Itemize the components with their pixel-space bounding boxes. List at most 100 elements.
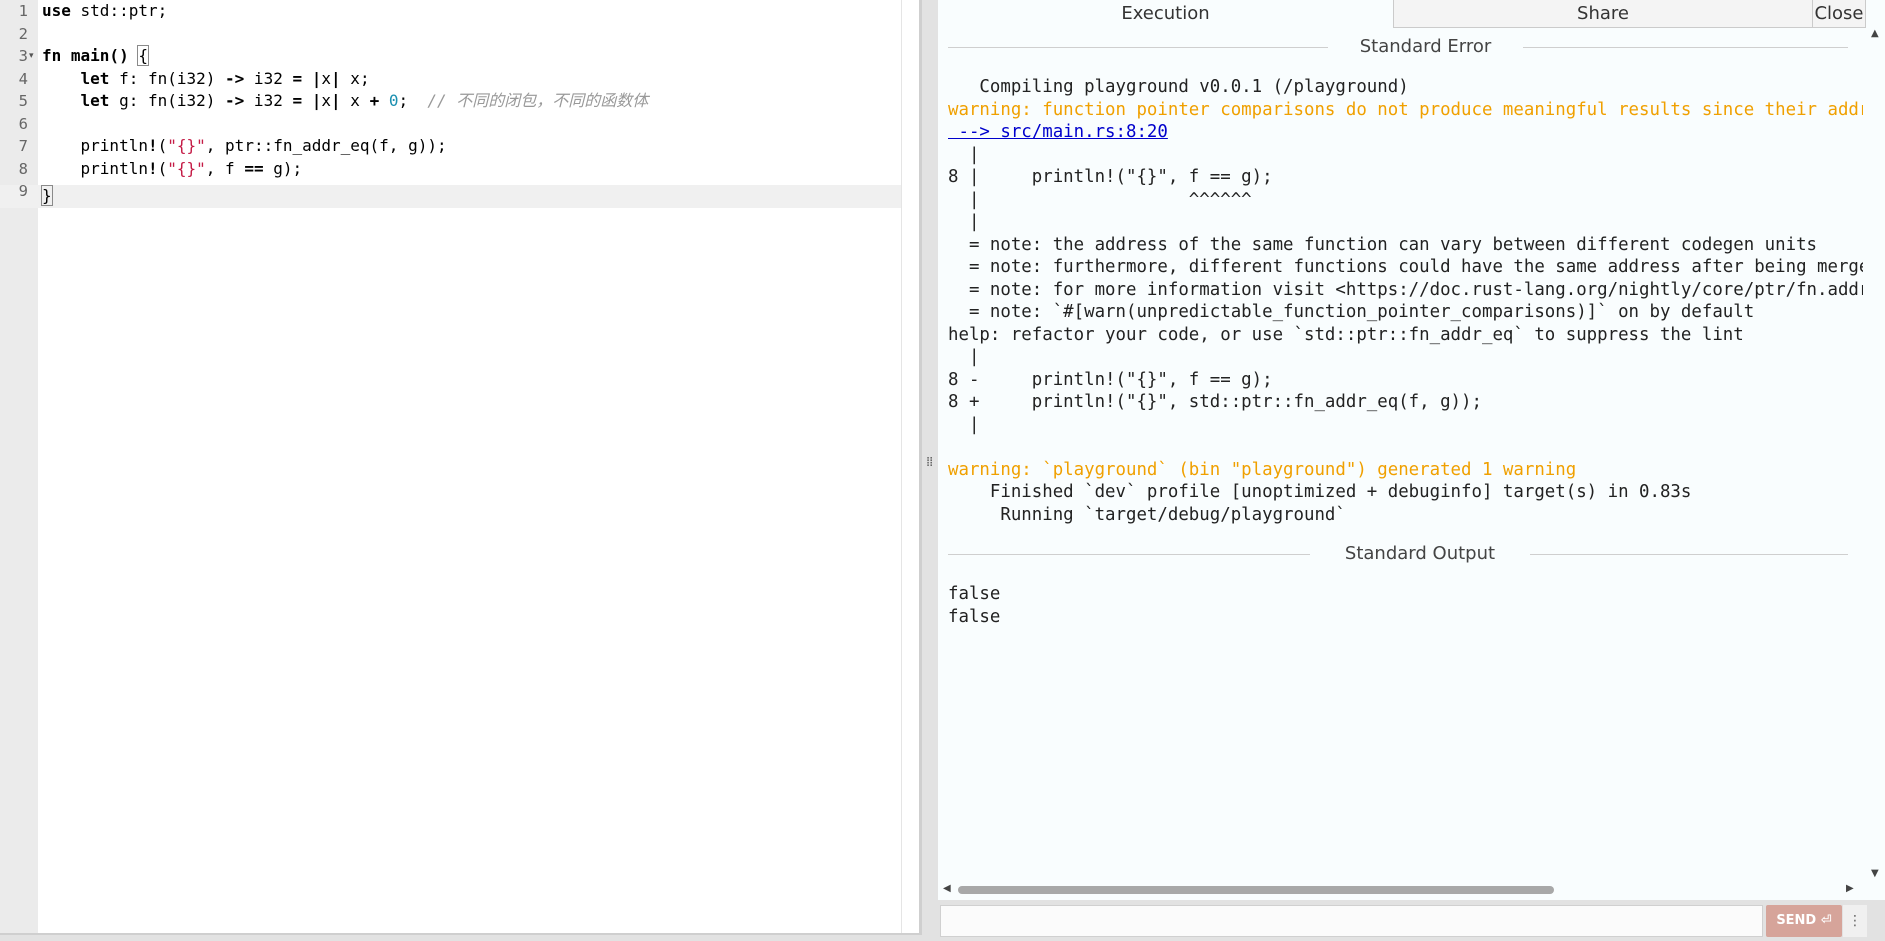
stderr-line: Running `target/debug/playground` bbox=[948, 504, 1346, 525]
line-number: 4 bbox=[18, 69, 28, 88]
stdout-line: false bbox=[948, 606, 1001, 627]
code-text: ( bbox=[157, 136, 168, 155]
code-text: x; bbox=[340, 68, 370, 88]
drag-handle-icon[interactable]: ⁞⁞ bbox=[926, 456, 934, 478]
stderr-line: = note: for more information visit <http… bbox=[948, 279, 1863, 300]
stdout-header: Standard Output bbox=[948, 543, 1848, 565]
string-literal: "{}" bbox=[167, 136, 206, 155]
output-horizontal-scrollbar[interactable]: ◀ ▶ bbox=[938, 880, 1866, 898]
line-number: 9 bbox=[18, 182, 28, 200]
macro-bang: ! bbox=[147, 158, 158, 178]
closure-bar: | bbox=[311, 91, 322, 110]
stderr-line: | bbox=[948, 414, 980, 435]
send-button[interactable]: SEND ⏎ bbox=[1766, 905, 1842, 937]
code-text: main() bbox=[61, 46, 139, 65]
stderr-line: = note: furthermore, different functions… bbox=[968, 257, 1863, 277]
code-text: , ptr::fn_addr_eq(f, g)); bbox=[205, 136, 447, 155]
code-text: i32 bbox=[244, 68, 293, 88]
stderr-line: help: refactor your code, or use `std::p… bbox=[948, 324, 1744, 345]
stdout-header-label: Standard Output bbox=[1344, 543, 1496, 564]
code-text: i32 bbox=[244, 91, 293, 110]
header-rule bbox=[1523, 47, 1848, 48]
vertical-dots-icon: ⋮ bbox=[1848, 913, 1862, 929]
line-number: 7 bbox=[18, 137, 28, 155]
code-text: x bbox=[321, 68, 332, 88]
keyword: use bbox=[42, 1, 71, 20]
stderr-line: 8 | println!("{}", f == g); bbox=[948, 167, 1273, 187]
keyword: let bbox=[80, 68, 110, 88]
send-label: SEND bbox=[1776, 913, 1817, 928]
scroll-left-arrow-icon[interactable]: ◀ bbox=[943, 883, 951, 894]
code-text: println bbox=[42, 158, 148, 178]
code-line-3[interactable]: fn main() { bbox=[42, 45, 901, 68]
stderr-location-line: --> src/main.rs:8:20 bbox=[948, 121, 1863, 144]
stderr-header-label: Standard Error bbox=[1359, 36, 1492, 57]
editor-vertical-scrollbar[interactable] bbox=[901, 0, 919, 933]
scroll-down-arrow-icon[interactable]: ▼ bbox=[1871, 868, 1879, 879]
code-text: f: fn(i32) bbox=[109, 68, 226, 88]
operator: = bbox=[292, 91, 303, 110]
stderr-line: 8 - println!("{}", f == g); bbox=[948, 369, 1273, 390]
stdin-input[interactable] bbox=[940, 905, 1763, 937]
code-text: std::ptr; bbox=[70, 1, 168, 20]
header-rule bbox=[1530, 554, 1848, 555]
code-line-9[interactable]: } bbox=[41, 185, 901, 208]
code-line-5[interactable]: let g: fn(i32) -> i32 = |x| x + 0; // 不同… bbox=[42, 90, 901, 113]
code-text: println bbox=[42, 136, 148, 155]
source-location-link[interactable]: --> src/main.rs:8:20 bbox=[948, 122, 1167, 142]
line-number: 1 bbox=[18, 2, 28, 20]
code-editor[interactable]: 1 2 3 ▾ 4 5 6 7 8 9 use std::ptr; fn mai… bbox=[0, 0, 922, 935]
stderr-line: Finished `dev` profile [unoptimized + de… bbox=[948, 482, 1692, 502]
string-literal: "{}" bbox=[167, 158, 206, 178]
code-text: ; bbox=[398, 91, 428, 110]
fold-arrow-icon[interactable]: ▾ bbox=[29, 45, 34, 68]
tab-share[interactable]: Share bbox=[1393, 0, 1813, 28]
code-line-1[interactable]: use std::ptr; bbox=[42, 0, 901, 23]
horizontal-scroll-thumb[interactable] bbox=[958, 886, 1554, 894]
pane-splitter[interactable]: ⁞⁞ bbox=[922, 0, 938, 935]
macro-bang: ! bbox=[147, 136, 158, 155]
code-text: x bbox=[321, 91, 332, 110]
operator: + bbox=[369, 91, 380, 110]
line-number: 2 bbox=[18, 24, 28, 43]
code-line-4[interactable]: let f: fn(i32) -> i32 = |x| x; bbox=[42, 68, 901, 91]
output-vertical-scrollbar[interactable]: ▲ ▼ bbox=[1866, 28, 1885, 890]
stdout-line: false bbox=[948, 584, 1001, 604]
stderr-line: 8 + println!("{}", std::ptr::fn_addr_eq(… bbox=[948, 392, 1482, 412]
code-text: g); bbox=[263, 158, 303, 178]
keyword: let bbox=[80, 91, 110, 110]
stderr-warning-line: warning: `playground` (bin "playground")… bbox=[948, 459, 1577, 480]
header-rule bbox=[948, 554, 1310, 555]
scroll-right-arrow-icon[interactable]: ▶ bbox=[1846, 883, 1854, 894]
send-bar: SEND ⏎ ⋮ bbox=[938, 900, 1885, 941]
stderr-line: = note: `#[warn(unpredictable_function_p… bbox=[948, 302, 1755, 322]
keyword: fn bbox=[42, 46, 62, 65]
stderr-line bbox=[948, 436, 1863, 459]
line-number: 3 bbox=[18, 47, 28, 65]
stderr-header: Standard Error bbox=[948, 36, 1848, 58]
line-number: 8 bbox=[18, 159, 28, 178]
send-menu-button[interactable]: ⋮ bbox=[1843, 905, 1867, 937]
operator: -> bbox=[225, 91, 245, 110]
stderr-line: | ^^^^^^ bbox=[948, 189, 1252, 210]
closure-bar: | bbox=[311, 68, 322, 88]
stderr-line: | bbox=[948, 212, 980, 232]
line-number: 5 bbox=[18, 92, 28, 110]
code-text: g: fn(i32) bbox=[109, 91, 226, 110]
code-text: , f bbox=[205, 158, 245, 178]
stderr-line: Compiling playground v0.0.1 (/playground… bbox=[948, 77, 1409, 97]
tab-execution[interactable]: Execution bbox=[938, 0, 1394, 28]
code-comment: // 不同的闭包，不同的函数体 bbox=[427, 91, 649, 110]
text-cursor bbox=[51, 186, 53, 204]
matching-bracket: { bbox=[137, 45, 149, 66]
operator: -> bbox=[225, 68, 245, 88]
scroll-up-arrow-icon[interactable]: ▲ bbox=[1871, 28, 1879, 39]
code-line-7[interactable]: println!("{}", ptr::fn_addr_eq(f, g)); bbox=[42, 135, 901, 158]
close-button[interactable]: Close bbox=[1812, 0, 1866, 28]
code-line-8[interactable]: println!("{}", f == g); bbox=[42, 158, 901, 181]
line-number: 6 bbox=[18, 114, 28, 133]
